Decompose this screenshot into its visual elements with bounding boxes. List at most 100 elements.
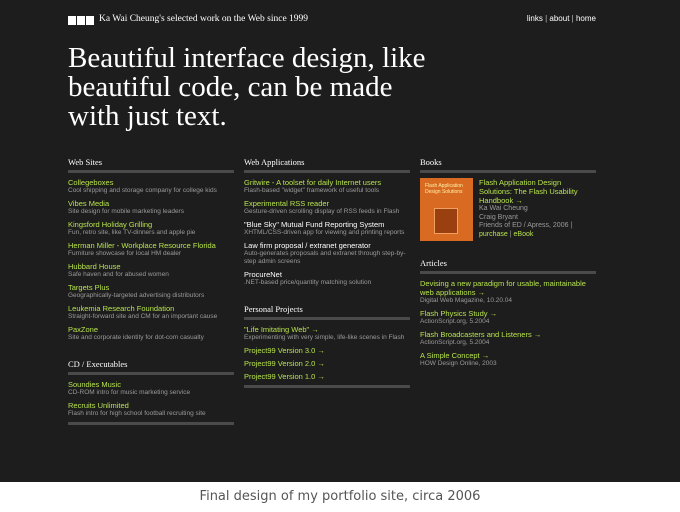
list-item: Gritwire - A toolset for daily Internet … bbox=[244, 178, 410, 195]
list-item: A Simple Concept → HOW Design Online, 20… bbox=[420, 351, 596, 368]
p99-logo[interactable] bbox=[68, 16, 94, 25]
section-title-web-sites: Web Sites bbox=[68, 156, 234, 173]
list-item: Recruits Unlimited Flash intro for high … bbox=[68, 401, 234, 418]
nav-separator: | bbox=[545, 14, 548, 23]
article-link[interactable]: Flash Broadcasters and Listeners → bbox=[420, 330, 596, 339]
article-link[interactable]: Devising a new paradigm for usable, main… bbox=[420, 279, 596, 297]
book-cover[interactable]: Flash Application Design Solutions bbox=[420, 178, 473, 241]
section-title-books: Books bbox=[420, 156, 596, 173]
web-site-desc: Fun, retro site, like TV-dinners and app… bbox=[68, 229, 196, 236]
column-web-applications: Web Applications Gritwire - A toolset fo… bbox=[244, 156, 410, 388]
book-links: purchase | eBook bbox=[479, 231, 533, 238]
web-site-link[interactable]: Hubbard House bbox=[68, 262, 234, 271]
list-item: Collegeboxes Cool shipping and storage c… bbox=[68, 178, 234, 195]
web-app-title: Law firm proposal / extranet generator bbox=[244, 241, 371, 250]
web-app-desc: .NET-based price/quantity matching solut… bbox=[244, 279, 372, 286]
list-item: Vibes Media Site design for mobile marke… bbox=[68, 199, 234, 216]
web-site-desc: Furniture showcase for local HM dealer bbox=[68, 250, 182, 257]
headline: Beautiful interface design, like beautif… bbox=[68, 42, 426, 132]
web-app-link[interactable]: Gritwire - A toolset for daily Internet … bbox=[244, 178, 410, 187]
article-source: ActionScript.org, 5.2004 bbox=[420, 339, 490, 346]
list-item: ProcureNet .NET-based price/quantity mat… bbox=[244, 270, 410, 287]
project-link[interactable]: Project99 Version 3.0 → bbox=[244, 346, 410, 355]
web-app-desc: Auto-generates proposals and extranet th… bbox=[244, 250, 406, 265]
project-desc: Experimenting with very simple, life-lik… bbox=[244, 334, 405, 341]
web-site-link[interactable]: Leukemia Research Foundation bbox=[68, 304, 234, 313]
nav-about[interactable]: about bbox=[549, 14, 569, 23]
top-nav: links | about | home bbox=[527, 14, 596, 23]
web-app-title: "Blue Sky" Mutual Fund Reporting System bbox=[244, 220, 385, 229]
screenshot: Ka Wai Cheung's selected work on the Web… bbox=[0, 0, 680, 482]
web-site-link[interactable]: PaxZone bbox=[68, 325, 234, 334]
book-info: Flash Application Design Solutions: The … bbox=[479, 178, 596, 241]
list-item: "Blue Sky" Mutual Fund Reporting System … bbox=[244, 220, 410, 237]
web-site-desc: Site and corporate identity for dot-com … bbox=[68, 334, 204, 341]
list-item: "Life Imitating Web" → Experimenting wit… bbox=[244, 325, 410, 342]
book-cover-text: Flash Application Design Solutions bbox=[425, 183, 463, 195]
article-link[interactable]: Flash Physics Study → bbox=[420, 309, 596, 318]
book-publisher: Friends of ED / Apress, 2006 | bbox=[479, 222, 573, 229]
web-site-link[interactable]: Targets Plus bbox=[68, 283, 234, 292]
book-title-link[interactable]: Flash Application Design Solutions: The … bbox=[479, 178, 596, 205]
book-entry: Flash Application Design Solutions Flash… bbox=[420, 178, 596, 241]
link-separator: | bbox=[509, 230, 512, 238]
cd-link[interactable]: Recruits Unlimited bbox=[68, 401, 234, 410]
web-site-link[interactable]: Kingsford Holiday Grilling bbox=[68, 220, 234, 229]
list-item: Project99 Version 1.0 → bbox=[244, 372, 410, 381]
list-item: Experimental RSS reader Gesture-driven s… bbox=[244, 199, 410, 216]
list-item: Project99 Version 3.0 → bbox=[244, 346, 410, 355]
list-item: Project99 Version 2.0 → bbox=[244, 359, 410, 368]
image-caption: Final design of my portfolio site, circa… bbox=[0, 482, 680, 512]
project-link[interactable]: Project99 Version 1.0 → bbox=[244, 372, 410, 381]
nav-links[interactable]: links bbox=[527, 14, 543, 23]
article-source: ActionScript.org, 5.2004 bbox=[420, 318, 490, 325]
web-app-desc: Gesture-driven scrolling display of RSS … bbox=[244, 208, 400, 215]
ebook-link[interactable]: eBook bbox=[514, 231, 534, 238]
article-link[interactable]: A Simple Concept → bbox=[420, 351, 596, 360]
web-site-desc: Geographically-targeted advertising dist… bbox=[68, 292, 205, 299]
nav-separator: | bbox=[571, 14, 574, 23]
web-app-desc: Flash-based "widget" framework of useful… bbox=[244, 187, 380, 194]
book-author: Craig Bryant bbox=[479, 213, 518, 221]
web-site-desc: Safe haven and for abused women bbox=[68, 271, 169, 278]
article-source: HOW Design Online, 2003 bbox=[420, 360, 497, 367]
site-title: Ka Wai Cheung's selected work on the Web… bbox=[99, 14, 309, 24]
divider bbox=[68, 422, 234, 425]
divider bbox=[244, 385, 410, 388]
list-item: Soundies Music CD-ROM intro for music ma… bbox=[68, 380, 234, 397]
article-source: Digital Web Magazine, 10.20.04 bbox=[420, 297, 513, 304]
web-site-link[interactable]: Herman Miller - Workplace Resource Flori… bbox=[68, 241, 234, 250]
project-link[interactable]: "Life Imitating Web" → bbox=[244, 325, 410, 334]
section-title-cd-executables: CD / Executables bbox=[68, 358, 234, 375]
web-site-desc: Site design for mobile marketing leaders bbox=[68, 208, 184, 215]
list-item: Kingsford Holiday Grilling Fun, retro si… bbox=[68, 220, 234, 237]
purchase-link[interactable]: purchase bbox=[479, 231, 508, 238]
list-item: Hubbard House Safe haven and for abused … bbox=[68, 262, 234, 279]
project-link[interactable]: Project99 Version 2.0 → bbox=[244, 359, 410, 368]
web-site-link[interactable]: Collegeboxes bbox=[68, 178, 234, 187]
list-item: Targets Plus Geographically-targeted adv… bbox=[68, 283, 234, 300]
book-author: Ka Wai Cheung bbox=[479, 205, 528, 212]
web-site-desc: Cool shipping and storage company for co… bbox=[68, 187, 217, 194]
column-books-articles: Books Flash Application Design Solutions… bbox=[420, 156, 596, 372]
cover-image bbox=[434, 208, 458, 234]
web-app-link[interactable]: Experimental RSS reader bbox=[244, 199, 410, 208]
section-title-web-applications: Web Applications bbox=[244, 156, 410, 173]
list-item: Leukemia Research Foundation Straight-fo… bbox=[68, 304, 234, 321]
cd-link[interactable]: Soundies Music bbox=[68, 380, 234, 389]
list-item: Flash Physics Study → ActionScript.org, … bbox=[420, 309, 596, 326]
top-bar: Ka Wai Cheung's selected work on the Web… bbox=[68, 14, 596, 28]
list-item: Flash Broadcasters and Listeners → Actio… bbox=[420, 330, 596, 347]
cd-desc: CD-ROM intro for music marketing service bbox=[68, 389, 191, 396]
web-site-link[interactable]: Vibes Media bbox=[68, 199, 234, 208]
web-app-desc: XHTML/CSS-driven app for viewing and pri… bbox=[244, 229, 405, 236]
section-title-personal-projects: Personal Projects bbox=[244, 303, 410, 320]
list-item: Devising a new paradigm for usable, main… bbox=[420, 279, 596, 305]
section-title-articles: Articles bbox=[420, 257, 596, 274]
cd-desc: Flash intro for high school football rec… bbox=[68, 410, 206, 417]
nav-home[interactable]: home bbox=[576, 14, 596, 23]
web-site-desc: Straight-forward site and CM for an impo… bbox=[68, 313, 218, 320]
web-app-title: ProcureNet bbox=[244, 270, 282, 279]
